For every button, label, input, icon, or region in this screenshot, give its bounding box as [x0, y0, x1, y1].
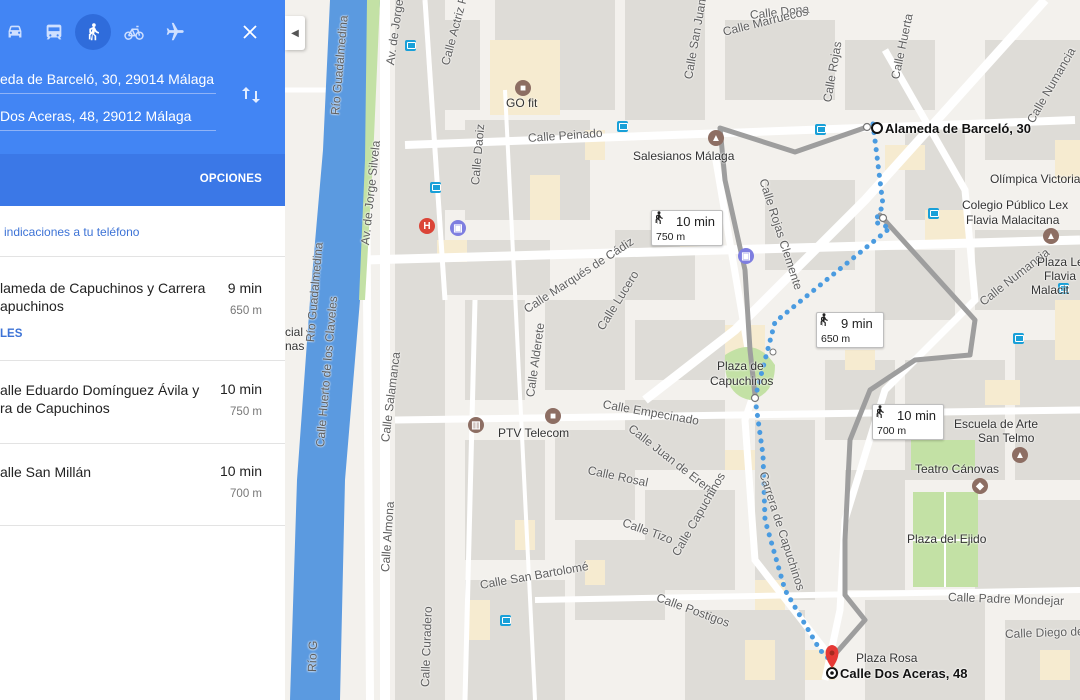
school-icon[interactable]: ▲: [1043, 228, 1059, 244]
walk-icon: [820, 313, 828, 326]
street-label: Calle Diego de: [1004, 624, 1080, 641]
place-label: San Telmo: [978, 431, 1035, 445]
bus-stop-icon[interactable]: [928, 208, 939, 219]
collapse-panel-button[interactable]: ◀: [285, 16, 305, 50]
street-label: Calle Curadero: [418, 606, 435, 688]
origin-input[interactable]: eda de Barceló, 30, 29014 Málaga: [0, 64, 216, 94]
route-option[interactable]: alle Eduardo Domínguez Ávila y ra de Cap…: [0, 361, 285, 444]
car-icon[interactable]: [0, 14, 33, 50]
options-button[interactable]: OPCIONES: [200, 173, 262, 185]
place-label: GO fit: [506, 96, 538, 110]
walk-icon: [655, 211, 663, 224]
route-option[interactable]: alle San Millán 10 min 700 m: [0, 444, 285, 526]
route-time: 10 min: [676, 214, 716, 229]
shopping-icon[interactable]: ▣: [738, 248, 754, 264]
route-time: 9 min: [227, 280, 262, 296]
place-label: Colegio Público Lex: [962, 198, 1069, 212]
bus-stop-icon[interactable]: [1013, 333, 1024, 344]
street-label: Río G: [305, 640, 321, 673]
place-label: PTV Telecom: [498, 426, 570, 440]
directions-header: eda de Barceló, 30, 29014 Málaga Dos Ace…: [0, 0, 285, 206]
route-distance: 700 m: [230, 488, 262, 500]
route-time-box[interactable]: 10 min 750 m: [651, 210, 723, 246]
route-name-line1: lameda de Capuchinos y Carrera: [0, 280, 206, 296]
bus-stop-icon[interactable]: [500, 615, 511, 626]
options-bar: OPCIONES: [0, 154, 285, 206]
route-time: 9 min: [841, 316, 873, 331]
place-label: cial: [285, 325, 304, 339]
gym-icon[interactable]: ■: [515, 80, 531, 96]
place-label: Plaza del Ejido: [907, 532, 987, 546]
directions-panel: eda de Barceló, 30, 29014 Málaga Dos Ace…: [0, 0, 285, 700]
place-label: Salesianos Málaga: [633, 149, 735, 163]
close-icon[interactable]: [236, 18, 264, 46]
swap-directions-icon[interactable]: [240, 84, 262, 106]
place-label: Plaza Rosa: [856, 651, 918, 665]
school-icon[interactable]: ▲: [708, 130, 724, 146]
bus-stop-icon[interactable]: [405, 40, 416, 51]
route-time-box[interactable]: 10 min 700 m: [872, 404, 944, 440]
bus-stop-icon[interactable]: [815, 124, 826, 135]
route-name-line2: apuchinos: [0, 298, 64, 314]
walk-icon: [876, 405, 884, 418]
route-time: 10 min: [219, 381, 262, 397]
place-label: Teatro Cánovas: [915, 462, 1000, 476]
route-distance: 750 m: [230, 406, 262, 418]
place-label: Flavia Malacitana: [966, 213, 1060, 227]
theater-icon[interactable]: ◆: [972, 478, 988, 494]
place-label: Olímpica Victoria: [990, 172, 1080, 186]
route-name-line1: alle Eduardo Domínguez Ávila y: [0, 382, 200, 398]
route-distance: 750 m: [656, 231, 686, 243]
place-label: Flavia: [1044, 269, 1077, 283]
place-label: Capuchinos: [710, 374, 774, 388]
route-name-line1: alle San Millán: [0, 464, 92, 480]
walk-icon[interactable]: [75, 14, 111, 50]
place-label: Escuela de Arte: [954, 417, 1039, 431]
hospital-icon[interactable]: H: [419, 218, 435, 234]
send-to-phone-link[interactable]: indicaciones a tu teléfono: [4, 225, 139, 239]
route-name-line2: ra de Capuchinos: [0, 400, 110, 416]
bicycle-icon[interactable]: [116, 14, 152, 50]
bus-stop-icon[interactable]: [430, 182, 441, 193]
place-label: Plaza Le: [1037, 255, 1080, 269]
route-distance: 650 m: [821, 333, 851, 345]
route-time: 10 min: [219, 463, 262, 479]
route-time: 10 min: [897, 408, 937, 423]
landmark-icon[interactable]: ▥: [468, 417, 484, 433]
business-icon[interactable]: ■: [545, 408, 561, 424]
route-time-box[interactable]: 9 min 650 m: [816, 312, 884, 348]
destination-input[interactable]: Dos Aceras, 48, 29012 Málaga: [0, 101, 216, 131]
route-distance: 700 m: [877, 425, 907, 437]
origin-label: Alameda de Barceló, 30: [885, 121, 1031, 136]
flight-icon[interactable]: [157, 14, 193, 50]
route-details-link[interactable]: LES: [0, 328, 22, 340]
route-option[interactable]: lameda de Capuchinos y Carrera apuchinos…: [0, 257, 285, 361]
bus-stop-icon[interactable]: [617, 121, 628, 132]
map-canvas[interactable]: H ▣ ▣ ■ ▲ ■ ▥ ▲ ▲ ◆ Río Guadalmedina Río…: [285, 0, 1080, 700]
place-label: Plaza de: [717, 359, 764, 373]
place-label: nas: [285, 339, 305, 353]
school-icon[interactable]: ▲: [1012, 447, 1028, 463]
place-label: Malacit: [1031, 283, 1070, 297]
destination-label: Calle Dos Aceras, 48: [840, 666, 968, 681]
transit-icon[interactable]: [36, 14, 72, 50]
route-distance: 650 m: [230, 305, 262, 317]
shopping-icon[interactable]: ▣: [450, 220, 466, 236]
